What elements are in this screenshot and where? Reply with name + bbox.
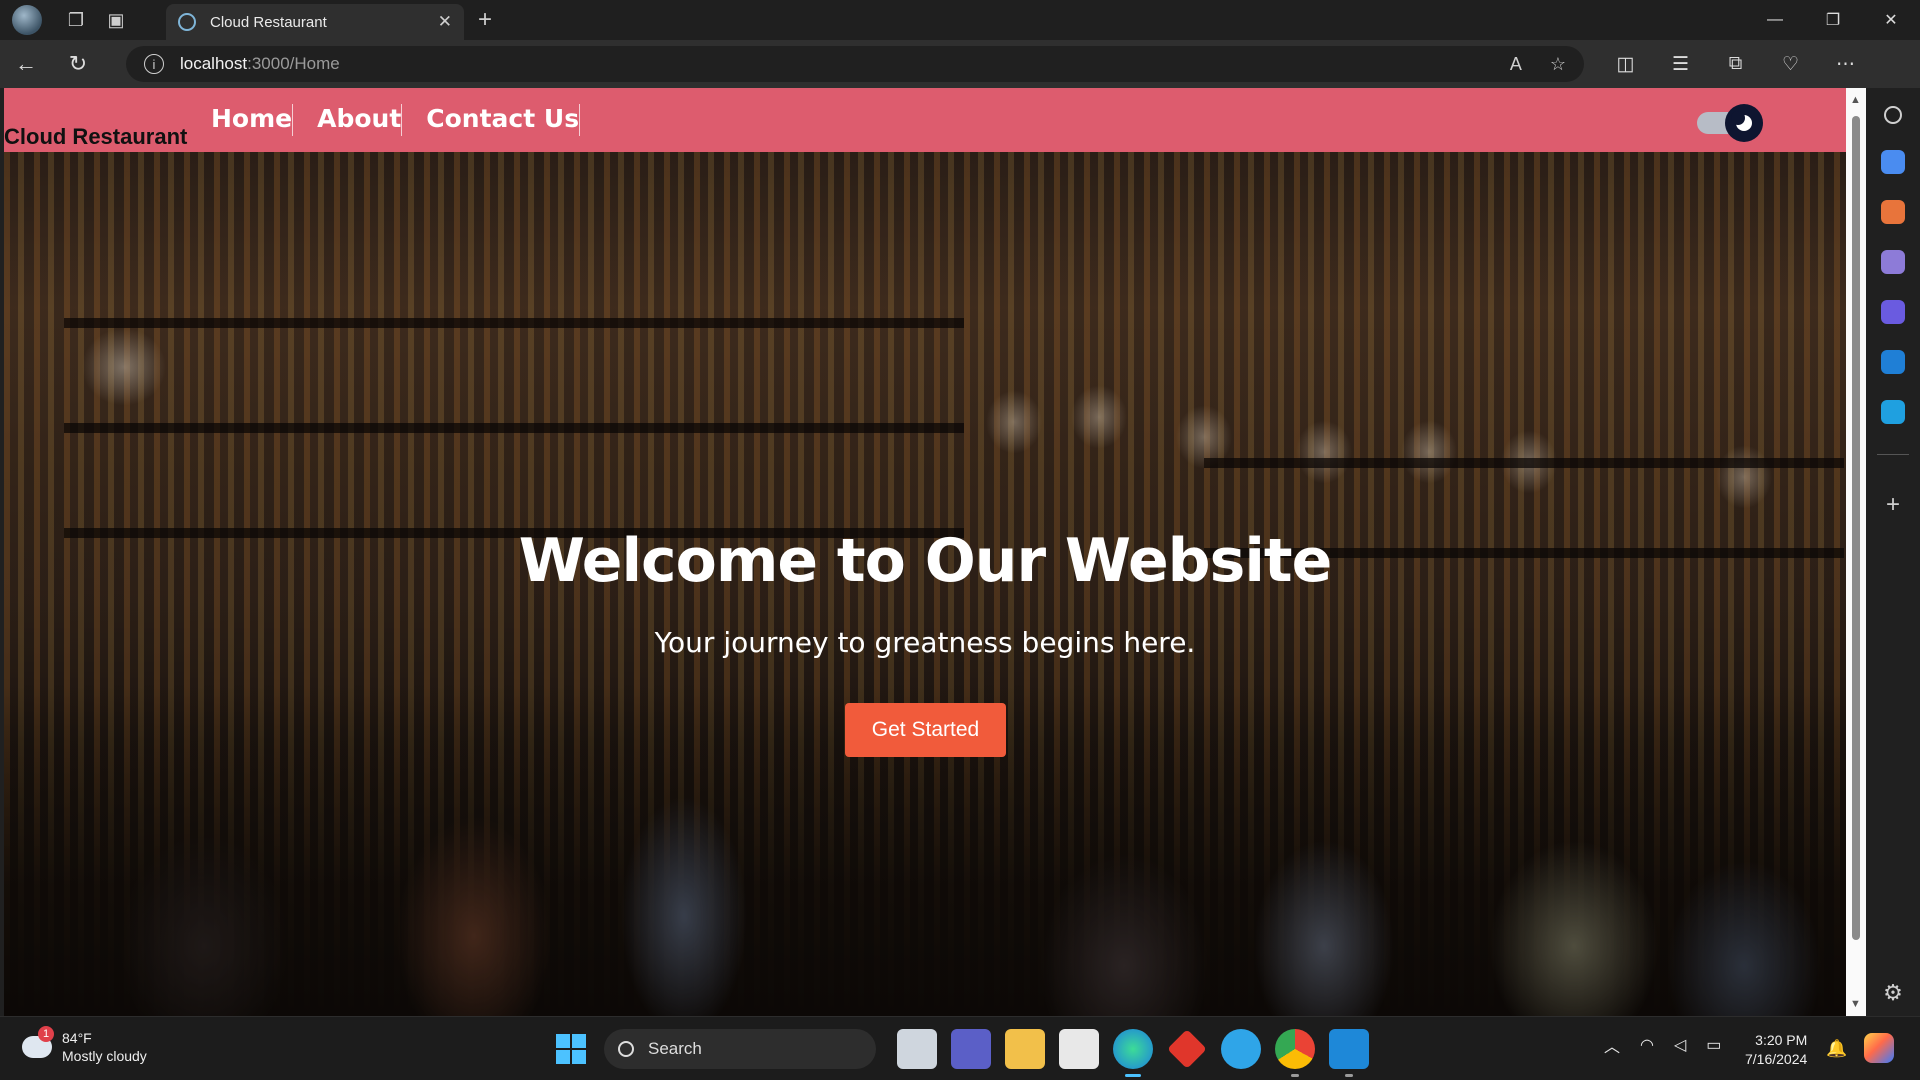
read-aloud-icon[interactable]: A (1510, 54, 1522, 75)
favorites-icon[interactable]: ☰ (1653, 53, 1708, 76)
get-started-button[interactable]: Get Started (845, 703, 1006, 757)
scroll-up-icon[interactable]: ▲ (1850, 94, 1861, 106)
workspaces-icon[interactable]: ❐ (56, 0, 96, 40)
battery-icon[interactable]: ▭ (1706, 1035, 1721, 1055)
nav-link-about[interactable]: About (313, 104, 403, 136)
microsoft-store-icon[interactable] (1059, 1029, 1099, 1069)
more-menu-icon[interactable]: ⋯ (1818, 53, 1873, 76)
git-app-icon[interactable] (1167, 1029, 1207, 1069)
games-icon[interactable] (1881, 250, 1905, 274)
clock-date: 7/16/2024 (1745, 1051, 1808, 1067)
profile-avatar[interactable] (12, 5, 42, 35)
nav-links: Home About Contact Us (207, 104, 600, 136)
page-viewport: Cloud Restaurant Home About Contact Us W… (4, 88, 1846, 1016)
file-explorer-icon[interactable] (1005, 1029, 1045, 1069)
weather-widget[interactable]: 1 84°F Mostly cloudy (22, 1026, 147, 1065)
refresh-icon[interactable]: ↻ (52, 40, 104, 88)
site-brand[interactable]: Cloud Restaurant (4, 124, 187, 150)
microsoft-365-icon[interactable] (1881, 300, 1905, 324)
task-view-icon[interactable] (897, 1029, 937, 1069)
address-bar[interactable]: i localhost:3000/Home A ☆ (126, 46, 1584, 82)
nav-link-home[interactable]: Home (207, 104, 294, 136)
edge-icon[interactable] (1113, 1029, 1153, 1077)
start-windows-icon[interactable] (556, 1034, 586, 1064)
nav-link-contact[interactable]: Contact Us (422, 104, 581, 136)
tab-title: Cloud Restaurant (210, 13, 327, 31)
hero-title: Welcome to Our Website (518, 526, 1333, 596)
browser-toolbar: ← ↻ i localhost:3000/Home A ☆ ◫ ☰ ⧉ ♡ ⋯ (0, 40, 1920, 118)
shopping-tag-icon[interactable] (1881, 150, 1905, 174)
system-tray: ︿ ◠ ◁ ▭ (1604, 1033, 1721, 1057)
moon-icon (1731, 111, 1752, 131)
back-icon[interactable]: ← (0, 40, 52, 88)
weather-badge: 1 (38, 1026, 54, 1042)
cloud-icon: 1 (22, 1026, 54, 1058)
tools-icon[interactable] (1881, 200, 1905, 224)
window-controls: — ❐ ✕ (1746, 0, 1920, 40)
scroll-thumb[interactable] (1852, 116, 1860, 940)
tab-cloud-restaurant[interactable]: Cloud Restaurant ✕ (166, 4, 464, 40)
dark-mode-toggle[interactable] (1697, 104, 1763, 142)
teams-icon[interactable] (951, 1029, 991, 1069)
split-screen-icon[interactable]: ◫ (1598, 53, 1653, 76)
url-host: localhost (180, 54, 248, 73)
close-tab-icon[interactable]: ✕ (438, 12, 452, 32)
show-hidden-icons-icon[interactable]: ︿ (1604, 1033, 1620, 1057)
search-icon[interactable] (1884, 106, 1902, 124)
notification-bell-icon[interactable]: 🔔 (1826, 1039, 1847, 1059)
system-clock[interactable]: 3:20 PM 7/16/2024 (1745, 1031, 1807, 1069)
browser-essentials-icon[interactable]: ♡ (1763, 53, 1818, 76)
minimize-icon[interactable]: — (1746, 0, 1804, 40)
clock-time: 3:20 PM (1755, 1032, 1808, 1048)
scroll-down-icon[interactable]: ▼ (1850, 998, 1861, 1010)
search-label: Search (648, 1039, 702, 1058)
url-path: :3000/Home (247, 54, 340, 73)
copilot-taskbar-icon[interactable] (1864, 1033, 1894, 1063)
vscode-icon[interactable] (1329, 1029, 1369, 1077)
volume-icon[interactable]: ◁ (1674, 1035, 1686, 1055)
site-info-icon[interactable]: i (144, 54, 164, 74)
close-window-icon[interactable]: ✕ (1862, 0, 1920, 40)
tab-favicon-icon (178, 13, 196, 31)
taskbar-search[interactable]: Search (604, 1029, 876, 1069)
new-tab-icon[interactable]: + (478, 6, 492, 34)
windows-taskbar: 1 84°F Mostly cloudy Search ︿ ◠ ◁ ▭ 3:20… (0, 1016, 1920, 1080)
sidebar-settings-icon[interactable]: ⚙ (1883, 980, 1903, 1006)
help-icon[interactable] (1221, 1029, 1261, 1069)
favorite-star-icon[interactable]: ☆ (1550, 54, 1566, 75)
site-navbar: Cloud Restaurant Home About Contact Us (4, 88, 1846, 152)
hero-subtitle: Your journey to greatness begins here. (654, 626, 1196, 659)
collections-icon[interactable]: ⧉ (1708, 53, 1763, 75)
sidebar-divider (1877, 454, 1909, 455)
browser-tools: ◫ ☰ ⧉ ♡ ⋯ (1598, 40, 1873, 88)
restore-icon[interactable]: ❐ (1804, 0, 1862, 40)
weather-condition: Mostly cloudy (62, 1048, 147, 1064)
chrome-icon[interactable] (1275, 1029, 1315, 1077)
toggle-knob (1725, 104, 1763, 142)
send-icon[interactable] (1881, 400, 1905, 424)
vertical-tabs-icon[interactable]: ▣ (96, 0, 136, 40)
browser-tab-bar: ❐ ▣ Cloud Restaurant ✕ + — ❐ ✕ (0, 0, 1920, 40)
edge-sidebar: + ⚙ (1866, 88, 1920, 1016)
add-sidebar-app-icon[interactable]: + (1886, 491, 1900, 519)
search-icon (618, 1041, 634, 1057)
wifi-icon[interactable]: ◠ (1640, 1035, 1654, 1055)
page-scrollbar[interactable]: ▲ ▼ (1846, 88, 1866, 1016)
outlook-icon[interactable] (1881, 350, 1905, 374)
weather-temp: 84°F (62, 1030, 92, 1046)
taskbar-apps: Search (556, 1029, 1376, 1077)
